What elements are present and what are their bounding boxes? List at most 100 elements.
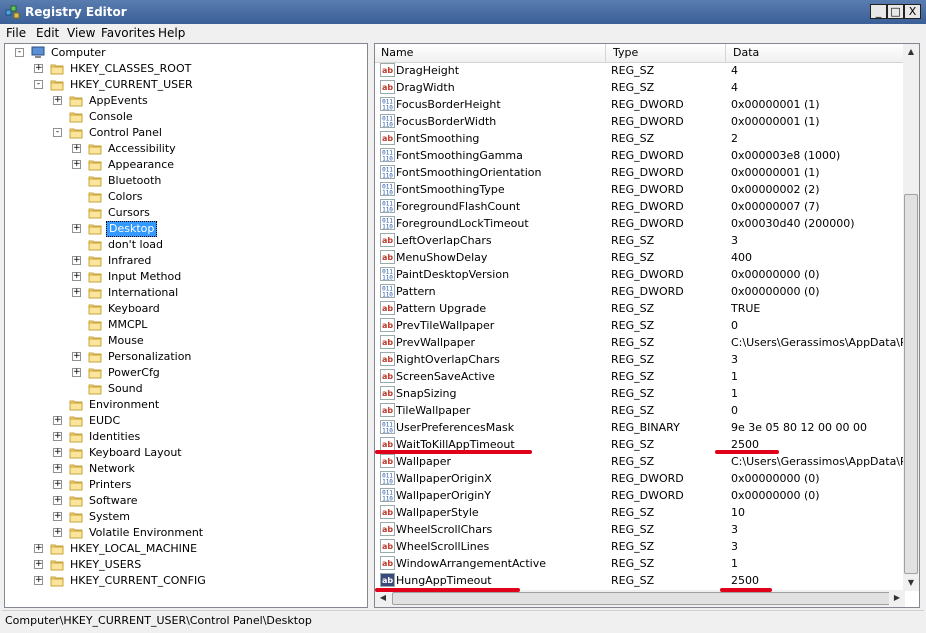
column-header: Name Type Data bbox=[375, 44, 905, 63]
menu-help[interactable]: Help bbox=[158, 26, 185, 40]
value-data: 0x00000007 (7) bbox=[731, 200, 820, 213]
title-bar[interactable]: Registry Editor _ □ X bbox=[0, 0, 926, 24]
svg-text:110: 110 bbox=[382, 105, 393, 112]
folder-icon bbox=[69, 432, 83, 443]
table-row[interactable]: ab MenuShowDelay REG_SZ 400 bbox=[375, 249, 905, 266]
horizontal-scroll-thumb[interactable] bbox=[392, 592, 892, 605]
expand-icon[interactable]: + bbox=[34, 560, 43, 569]
svg-text:ab: ab bbox=[382, 355, 393, 364]
table-row[interactable]: ab WheelScrollChars REG_SZ 3 bbox=[375, 521, 905, 538]
table-row[interactable]: ab TileWallpaper REG_SZ 0 bbox=[375, 402, 905, 419]
tree-item-label: Printers bbox=[89, 478, 132, 491]
expand-icon[interactable]: + bbox=[53, 480, 62, 489]
expand-icon[interactable]: + bbox=[72, 368, 81, 377]
expand-icon[interactable]: + bbox=[53, 432, 62, 441]
value-data: 1 bbox=[731, 557, 738, 570]
collapse-icon[interactable]: - bbox=[53, 128, 62, 137]
table-row[interactable]: ab WallpaperStyle REG_SZ 10 bbox=[375, 504, 905, 521]
value-data: 0x00030d40 (200000) bbox=[731, 217, 855, 230]
tree-item-label: Control Panel bbox=[89, 126, 162, 139]
vertical-scrollbar[interactable]: ▲ ▼ bbox=[903, 44, 919, 591]
value-data: 9e 3e 05 80 12 00 00 00 bbox=[731, 421, 867, 434]
menu-bar: File Edit View Favorites Help bbox=[0, 24, 926, 42]
scroll-left-icon[interactable]: ◀ bbox=[375, 590, 391, 606]
scroll-down-icon[interactable]: ▼ bbox=[903, 575, 919, 591]
expand-icon[interactable]: + bbox=[53, 416, 62, 425]
close-button[interactable]: X bbox=[904, 4, 921, 19]
vertical-scroll-thumb[interactable] bbox=[904, 194, 918, 574]
value-data: 2500 bbox=[731, 574, 759, 587]
value-name: DragWidth bbox=[396, 81, 455, 94]
registry-values-list[interactable]: Name Type Data ab DragHeight REG_SZ 4 ab Drag… bbox=[374, 43, 920, 608]
pane-splitter[interactable] bbox=[369, 43, 373, 608]
table-row[interactable]: 011 110 FontSmoothingOrientation REG_DWORD 0… bbox=[375, 164, 905, 181]
table-row[interactable]: ab RightOverlapChars REG_SZ 3 bbox=[375, 351, 905, 368]
column-name[interactable]: Name bbox=[381, 46, 413, 59]
expand-icon[interactable]: + bbox=[72, 256, 81, 265]
table-row[interactable]: ab DragWidth REG_SZ 4 bbox=[375, 79, 905, 96]
table-row[interactable]: ab PrevWallpaper REG_SZ C:\Users\Gerassimos… bbox=[375, 334, 905, 351]
expand-icon[interactable]: + bbox=[53, 464, 62, 473]
scroll-up-icon[interactable]: ▲ bbox=[903, 44, 919, 60]
string-value-icon: ab bbox=[380, 386, 395, 400]
table-row[interactable]: ab FontSmoothing REG_SZ 2 bbox=[375, 130, 905, 147]
maximize-button[interactable]: □ bbox=[887, 4, 904, 19]
column-type[interactable]: Type bbox=[613, 46, 638, 59]
binary-value-icon: 011110 bbox=[380, 216, 395, 230]
table-row[interactable]: 011 110 WallpaperOriginY REG_DWORD 0x0000000… bbox=[375, 487, 905, 504]
expand-icon[interactable]: + bbox=[72, 352, 81, 361]
string-value-icon: ab bbox=[380, 573, 395, 587]
value-type: REG_SZ bbox=[611, 506, 655, 519]
table-row[interactable]: 011 110 FocusBorderHeight REG_DWORD 0x000000… bbox=[375, 96, 905, 113]
menu-view[interactable]: View bbox=[67, 26, 95, 40]
table-row[interactable]: 011 110 WallpaperOriginX REG_DWORD 0x0000000… bbox=[375, 470, 905, 487]
expand-icon[interactable]: + bbox=[53, 496, 62, 505]
expand-icon[interactable]: + bbox=[72, 144, 81, 153]
table-row[interactable]: ab WindowArrangementActive REG_SZ 1 bbox=[375, 555, 905, 572]
expand-icon[interactable]: + bbox=[72, 272, 81, 281]
table-row[interactable]: 011 110 UserPreferencesMask REG_BINARY 9e 3e… bbox=[375, 419, 905, 436]
table-row[interactable]: 011 110 FontSmoothingType REG_DWORD 0x000000… bbox=[375, 181, 905, 198]
table-row[interactable]: 011 110 ForegroundFlashCount REG_DWORD 0x000… bbox=[375, 198, 905, 215]
menu-favorites[interactable]: Favorites bbox=[101, 26, 155, 40]
scroll-right-icon[interactable]: ▶ bbox=[889, 590, 905, 606]
expand-icon[interactable]: + bbox=[72, 288, 81, 297]
string-value-icon: ab bbox=[380, 301, 395, 315]
table-row[interactable]: ab DragHeight REG_SZ 4 bbox=[375, 62, 905, 79]
table-row[interactable]: ab Pattern Upgrade REG_SZ TRUE bbox=[375, 300, 905, 317]
expand-icon[interactable]: + bbox=[53, 448, 62, 457]
table-row[interactable]: ab WheelScrollLines REG_SZ 3 bbox=[375, 538, 905, 555]
table-row[interactable]: ab PrevTileWallpaper REG_SZ 0 bbox=[375, 317, 905, 334]
expand-icon[interactable]: + bbox=[72, 224, 81, 233]
collapse-icon[interactable]: - bbox=[15, 48, 24, 57]
expand-icon[interactable]: + bbox=[53, 96, 62, 105]
collapse-icon[interactable]: - bbox=[34, 80, 43, 89]
menu-edit[interactable]: Edit bbox=[36, 26, 59, 40]
folder-icon bbox=[69, 400, 83, 411]
value-name: ForegroundLockTimeout bbox=[396, 217, 529, 230]
table-row[interactable]: 011 110 FontSmoothingGamma REG_DWORD 0x00000… bbox=[375, 147, 905, 164]
table-row[interactable]: ab ScreenSaveActive REG_SZ 1 bbox=[375, 368, 905, 385]
expand-icon[interactable]: + bbox=[34, 544, 43, 553]
column-data[interactable]: Data bbox=[733, 46, 759, 59]
table-row[interactable]: 011 110 ForegroundLockTimeout REG_DWORD 0x00… bbox=[375, 215, 905, 232]
expand-icon[interactable]: + bbox=[53, 512, 62, 521]
expand-icon[interactable]: + bbox=[72, 160, 81, 169]
horizontal-scrollbar[interactable]: ◀ ▶ bbox=[375, 590, 905, 607]
menu-file[interactable]: File bbox=[6, 26, 26, 40]
expand-icon[interactable]: + bbox=[34, 64, 43, 73]
minimize-button[interactable]: _ bbox=[870, 4, 887, 19]
table-row[interactable]: 011 110 PaintDesktopVersion REG_DWORD 0x0000… bbox=[375, 266, 905, 283]
svg-text:110: 110 bbox=[382, 428, 393, 435]
table-row[interactable]: ab HungAppTimeout REG_SZ 2500 bbox=[375, 572, 905, 589]
registry-key-tree[interactable]: - Computer + HKEY_CLASSES_ROOT - HKEY_CURRENT… bbox=[4, 43, 368, 608]
value-type: REG_DWORD bbox=[611, 98, 684, 111]
value-type: REG_DWORD bbox=[611, 149, 684, 162]
table-row[interactable]: 011 110 Pattern REG_DWORD 0x00000000 (0) bbox=[375, 283, 905, 300]
table-row[interactable]: ab SnapSizing REG_SZ 1 bbox=[375, 385, 905, 402]
table-row[interactable]: ab LeftOverlapChars REG_SZ 3 bbox=[375, 232, 905, 249]
expand-icon[interactable]: + bbox=[53, 528, 62, 537]
table-row[interactable]: 011 110 FocusBorderWidth REG_DWORD 0x0000000… bbox=[375, 113, 905, 130]
table-row[interactable]: ab Wallpaper REG_SZ C:\Users\Gerassimos\App… bbox=[375, 453, 905, 470]
expand-icon[interactable]: + bbox=[34, 576, 43, 585]
